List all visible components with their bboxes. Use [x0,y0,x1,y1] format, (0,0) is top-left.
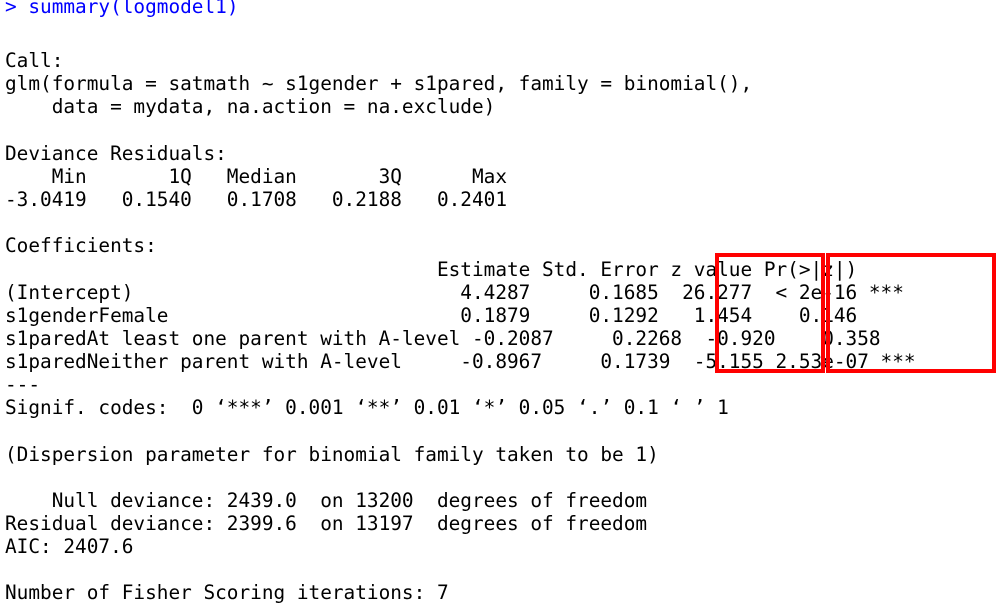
dispersion-note: (Dispersion parameter for binomial famil… [5,443,659,466]
coefficients-header: Coefficients: [5,234,157,257]
aic-value: AIC: 2407.6 [5,535,134,558]
z-value-highlight-box [715,253,825,373]
call-header: Call: [5,49,64,72]
separator-line: --- [5,373,41,396]
call-arguments: data = mydata, na.action = na.exclude) [5,95,496,118]
r-console-output: > summary(logmodel1) Call: glm(formula =… [0,0,997,614]
residuals-values: -3.0419 0.1540 0.1708 0.2188 0.2401 [5,188,531,211]
residuals-labels: Min 1Q Median 3Q Max [5,165,531,188]
signif-codes: Signif. codes: 0 ‘***’ 0.001 ‘**’ 0.01 ‘… [5,396,729,419]
p-value-highlight-box [826,253,996,373]
command-line: > summary(logmodel1) [5,0,239,18]
deviance-residuals-header: Deviance Residuals: [5,142,227,165]
null-deviance: Null deviance: 2439.0 on 13200 degrees o… [5,489,648,512]
command-text: summary(logmodel1) [28,0,239,18]
fisher-iterations: Number of Fisher Scoring iterations: 7 [5,581,449,604]
prompt: > [5,0,29,18]
residual-deviance: Residual deviance: 2399.6 on 13197 degre… [5,512,648,535]
call-formula: glm(formula = satmath ~ s1gender + s1par… [5,72,753,95]
